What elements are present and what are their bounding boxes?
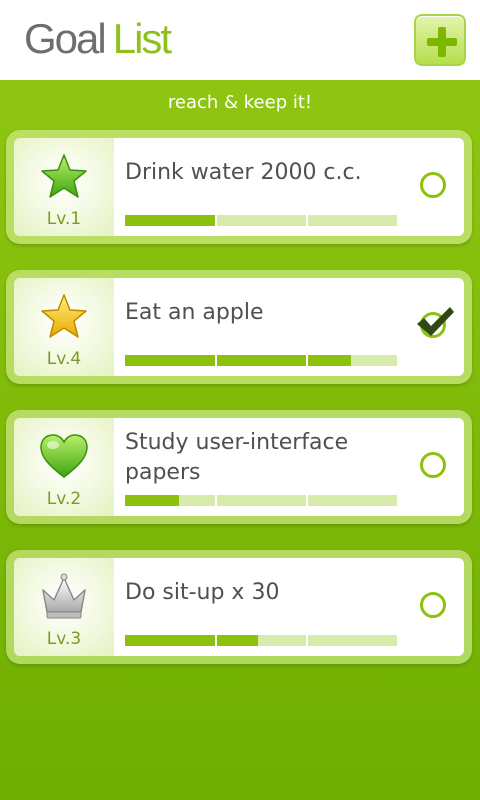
goal-card[interactable]: Lv.4 Eat an apple (6, 270, 472, 384)
goal-card-body: Lv.1 Drink water 2000 c.c. (14, 138, 464, 236)
progress-divider (215, 635, 217, 646)
goal-card[interactable]: Lv.2 Study user-interface papers (6, 410, 472, 524)
silver-crown-icon (42, 573, 86, 619)
gold-star-icon (41, 294, 87, 338)
level-badge: Lv.3 (14, 558, 114, 656)
progress-divider (215, 495, 217, 506)
app-header: Goal List (0, 0, 480, 80)
complete-checkbox[interactable] (420, 172, 446, 198)
progress-divider (215, 355, 217, 366)
level-badge: Lv.4 (14, 278, 114, 376)
goal-card-body: Lv.4 Eat an apple (14, 278, 464, 376)
progress-divider (215, 215, 217, 226)
goal-title: Study user-interface papers (125, 430, 349, 485)
progress-divider (306, 215, 308, 226)
green-star-icon (41, 154, 87, 198)
logo-word-goal: Goal (24, 15, 107, 62)
level-badge: Lv.1 (14, 138, 114, 236)
plus-icon (427, 27, 457, 57)
green-heart-icon (40, 434, 88, 478)
goal-card[interactable]: Lv.1 Drink water 2000 c.c. (6, 130, 472, 244)
progress-bar (125, 215, 397, 226)
progress-bar (125, 355, 397, 366)
add-goal-button[interactable] (414, 14, 466, 66)
progress-fill (125, 215, 215, 226)
level-label: Lv.4 (46, 349, 82, 369)
progress-fill (125, 635, 259, 646)
level-label: Lv.3 (46, 629, 82, 649)
goal-card-body: Lv.2 Study user-interface papers (14, 418, 464, 516)
goal-title: Drink water 2000 c.c. (125, 160, 362, 185)
progress-fill (125, 355, 351, 366)
level-label: Lv.2 (46, 489, 82, 509)
tagline: reach & keep it! (167, 92, 313, 113)
logo-word-list: List (112, 15, 172, 62)
level-badge: Lv.2 (14, 418, 114, 516)
complete-checkbox[interactable] (420, 592, 446, 618)
goal-card[interactable]: Lv.3 Do sit-up x 30 (6, 550, 472, 664)
progress-bar (125, 495, 397, 506)
progress-divider (306, 495, 308, 506)
checkmark-icon (417, 307, 454, 336)
level-label: Lv.1 (46, 209, 82, 229)
progress-divider (306, 355, 308, 366)
goal-title: Do sit-up x 30 (125, 580, 280, 605)
progress-divider (306, 635, 308, 646)
complete-checkbox[interactable] (420, 452, 446, 478)
progress-fill (125, 495, 180, 506)
goal-title: Eat an apple (125, 300, 264, 325)
progress-bar (125, 635, 397, 646)
goal-card-body: Lv.3 Do sit-up x 30 (14, 558, 464, 656)
app-logo: Goal List (24, 14, 172, 64)
